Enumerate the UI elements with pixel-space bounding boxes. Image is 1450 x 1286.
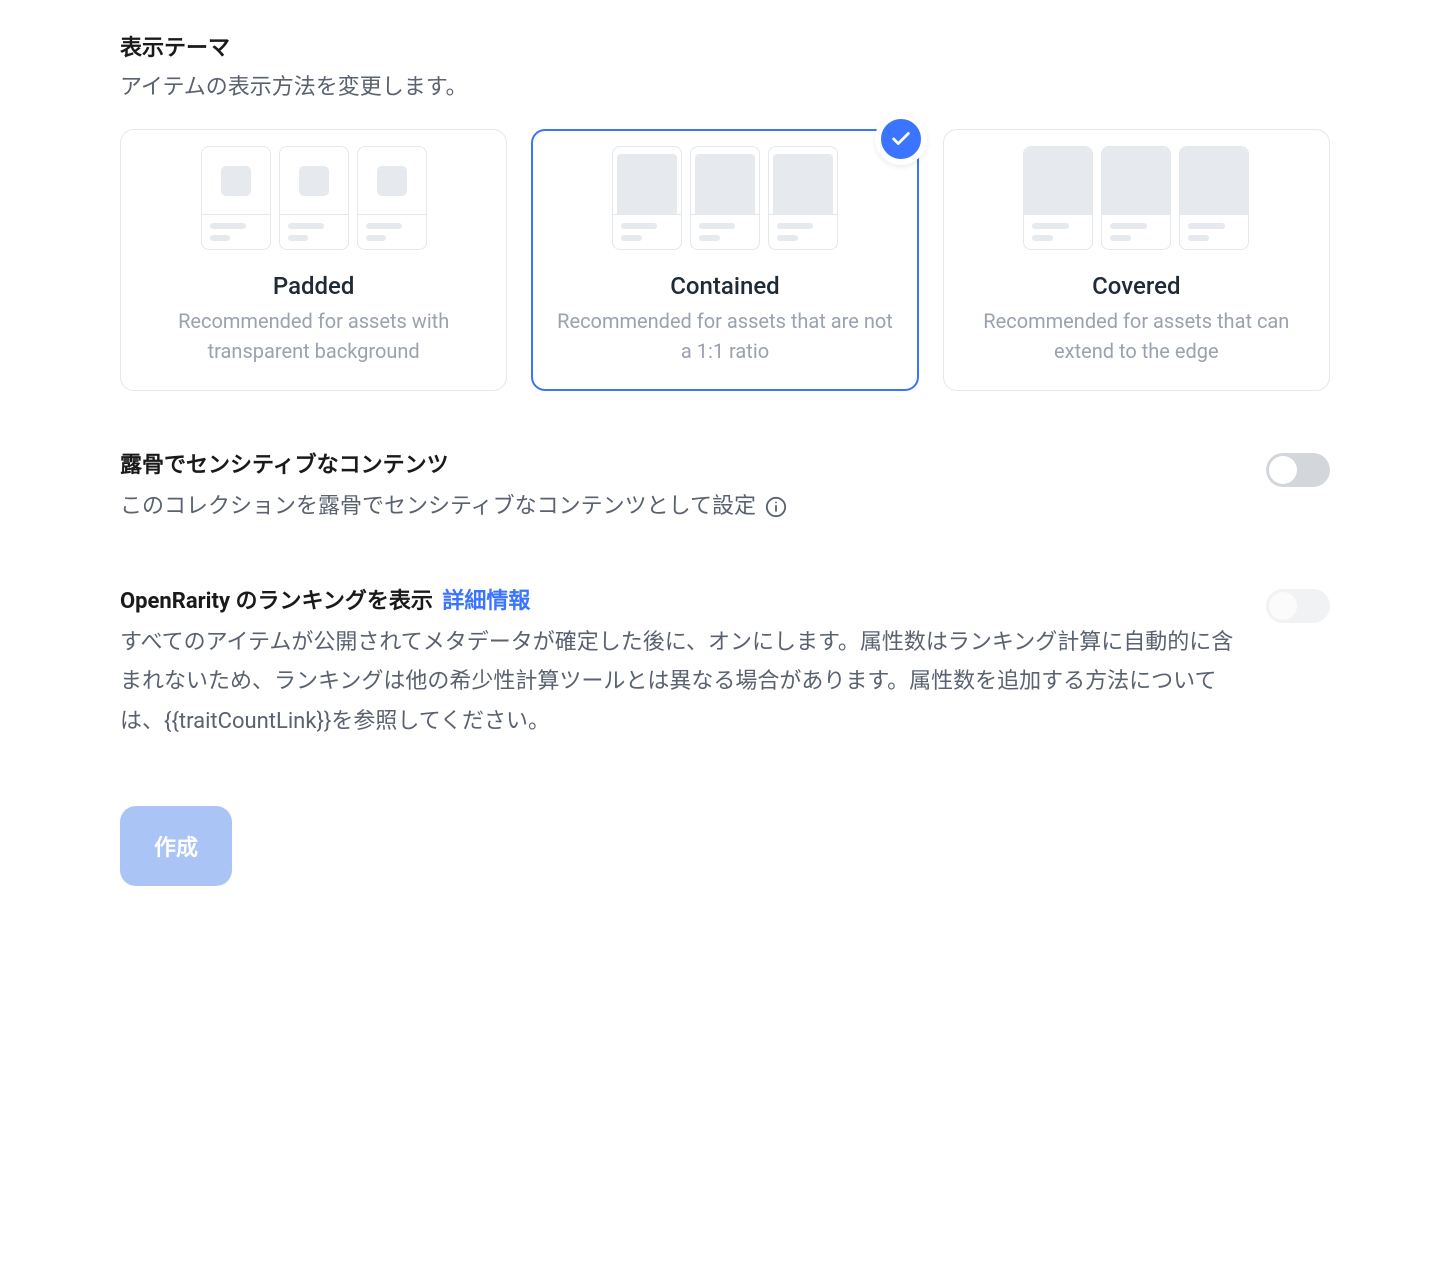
display-theme-section: 表示テーマ アイテムの表示方法を変更します。 Padded Recommende… (120, 30, 1330, 391)
theme-preview (548, 146, 901, 250)
theme-name: Covered (960, 272, 1313, 300)
theme-preview (137, 146, 490, 250)
theme-description: Recommended for assets with transparent … (137, 306, 490, 366)
preview-card (1101, 146, 1171, 250)
info-icon[interactable] (764, 495, 788, 519)
openrarity-more-link[interactable]: 詳細情報 (442, 589, 530, 614)
openrarity-title-text: OpenRarity のランキングを表示 (120, 589, 433, 614)
theme-name: Contained (548, 272, 901, 300)
theme-description: Recommended for assets that are not a 1:… (548, 306, 901, 366)
openrarity-description: すべてのアイテムが公開されてメタデータが確定した後に、オンにします。属性数はラン… (120, 623, 1242, 742)
theme-option-padded[interactable]: Padded Recommended for assets with trans… (120, 129, 507, 391)
preview-card (768, 146, 838, 250)
explicit-content-section: 露骨でセンシティブなコンテンツ このコレクションを露骨でセンシティブなコンテンツ… (120, 447, 1330, 527)
preview-card (1023, 146, 1093, 250)
toggle-knob (1269, 592, 1297, 620)
preview-card (201, 146, 271, 250)
explicit-content-toggle[interactable] (1266, 453, 1330, 487)
display-theme-title: 表示テーマ (120, 30, 1330, 62)
display-theme-description: アイテムの表示方法を変更します。 (120, 70, 1330, 105)
explicit-content-title: 露骨でセンシティブなコンテンツ (120, 447, 1242, 479)
explicit-content-description: このコレクションを露骨でセンシティブなコンテンツとして設定 (120, 487, 1242, 527)
theme-options-row: Padded Recommended for assets with trans… (120, 129, 1330, 391)
explicit-desc-text: このコレクションを露骨でセンシティブなコンテンツとして設定 (120, 487, 756, 527)
openrarity-section: OpenRarity のランキングを表示 詳細情報 すべてのアイテムが公開されて… (120, 583, 1330, 742)
preview-card (357, 146, 427, 250)
theme-description: Recommended for assets that can extend t… (960, 306, 1313, 366)
openrarity-title: OpenRarity のランキングを表示 詳細情報 (120, 583, 1242, 615)
preview-card (1179, 146, 1249, 250)
theme-option-contained[interactable]: Contained Recommended for assets that ar… (531, 129, 918, 391)
toggle-knob (1269, 456, 1297, 484)
check-icon (875, 113, 927, 165)
theme-name: Padded (137, 272, 490, 300)
create-button[interactable]: 作成 (120, 806, 232, 886)
preview-card (690, 146, 760, 250)
openrarity-toggle (1266, 589, 1330, 623)
theme-option-covered[interactable]: Covered Recommended for assets that can … (943, 129, 1330, 391)
preview-card (612, 146, 682, 250)
theme-preview (960, 146, 1313, 250)
preview-card (279, 146, 349, 250)
